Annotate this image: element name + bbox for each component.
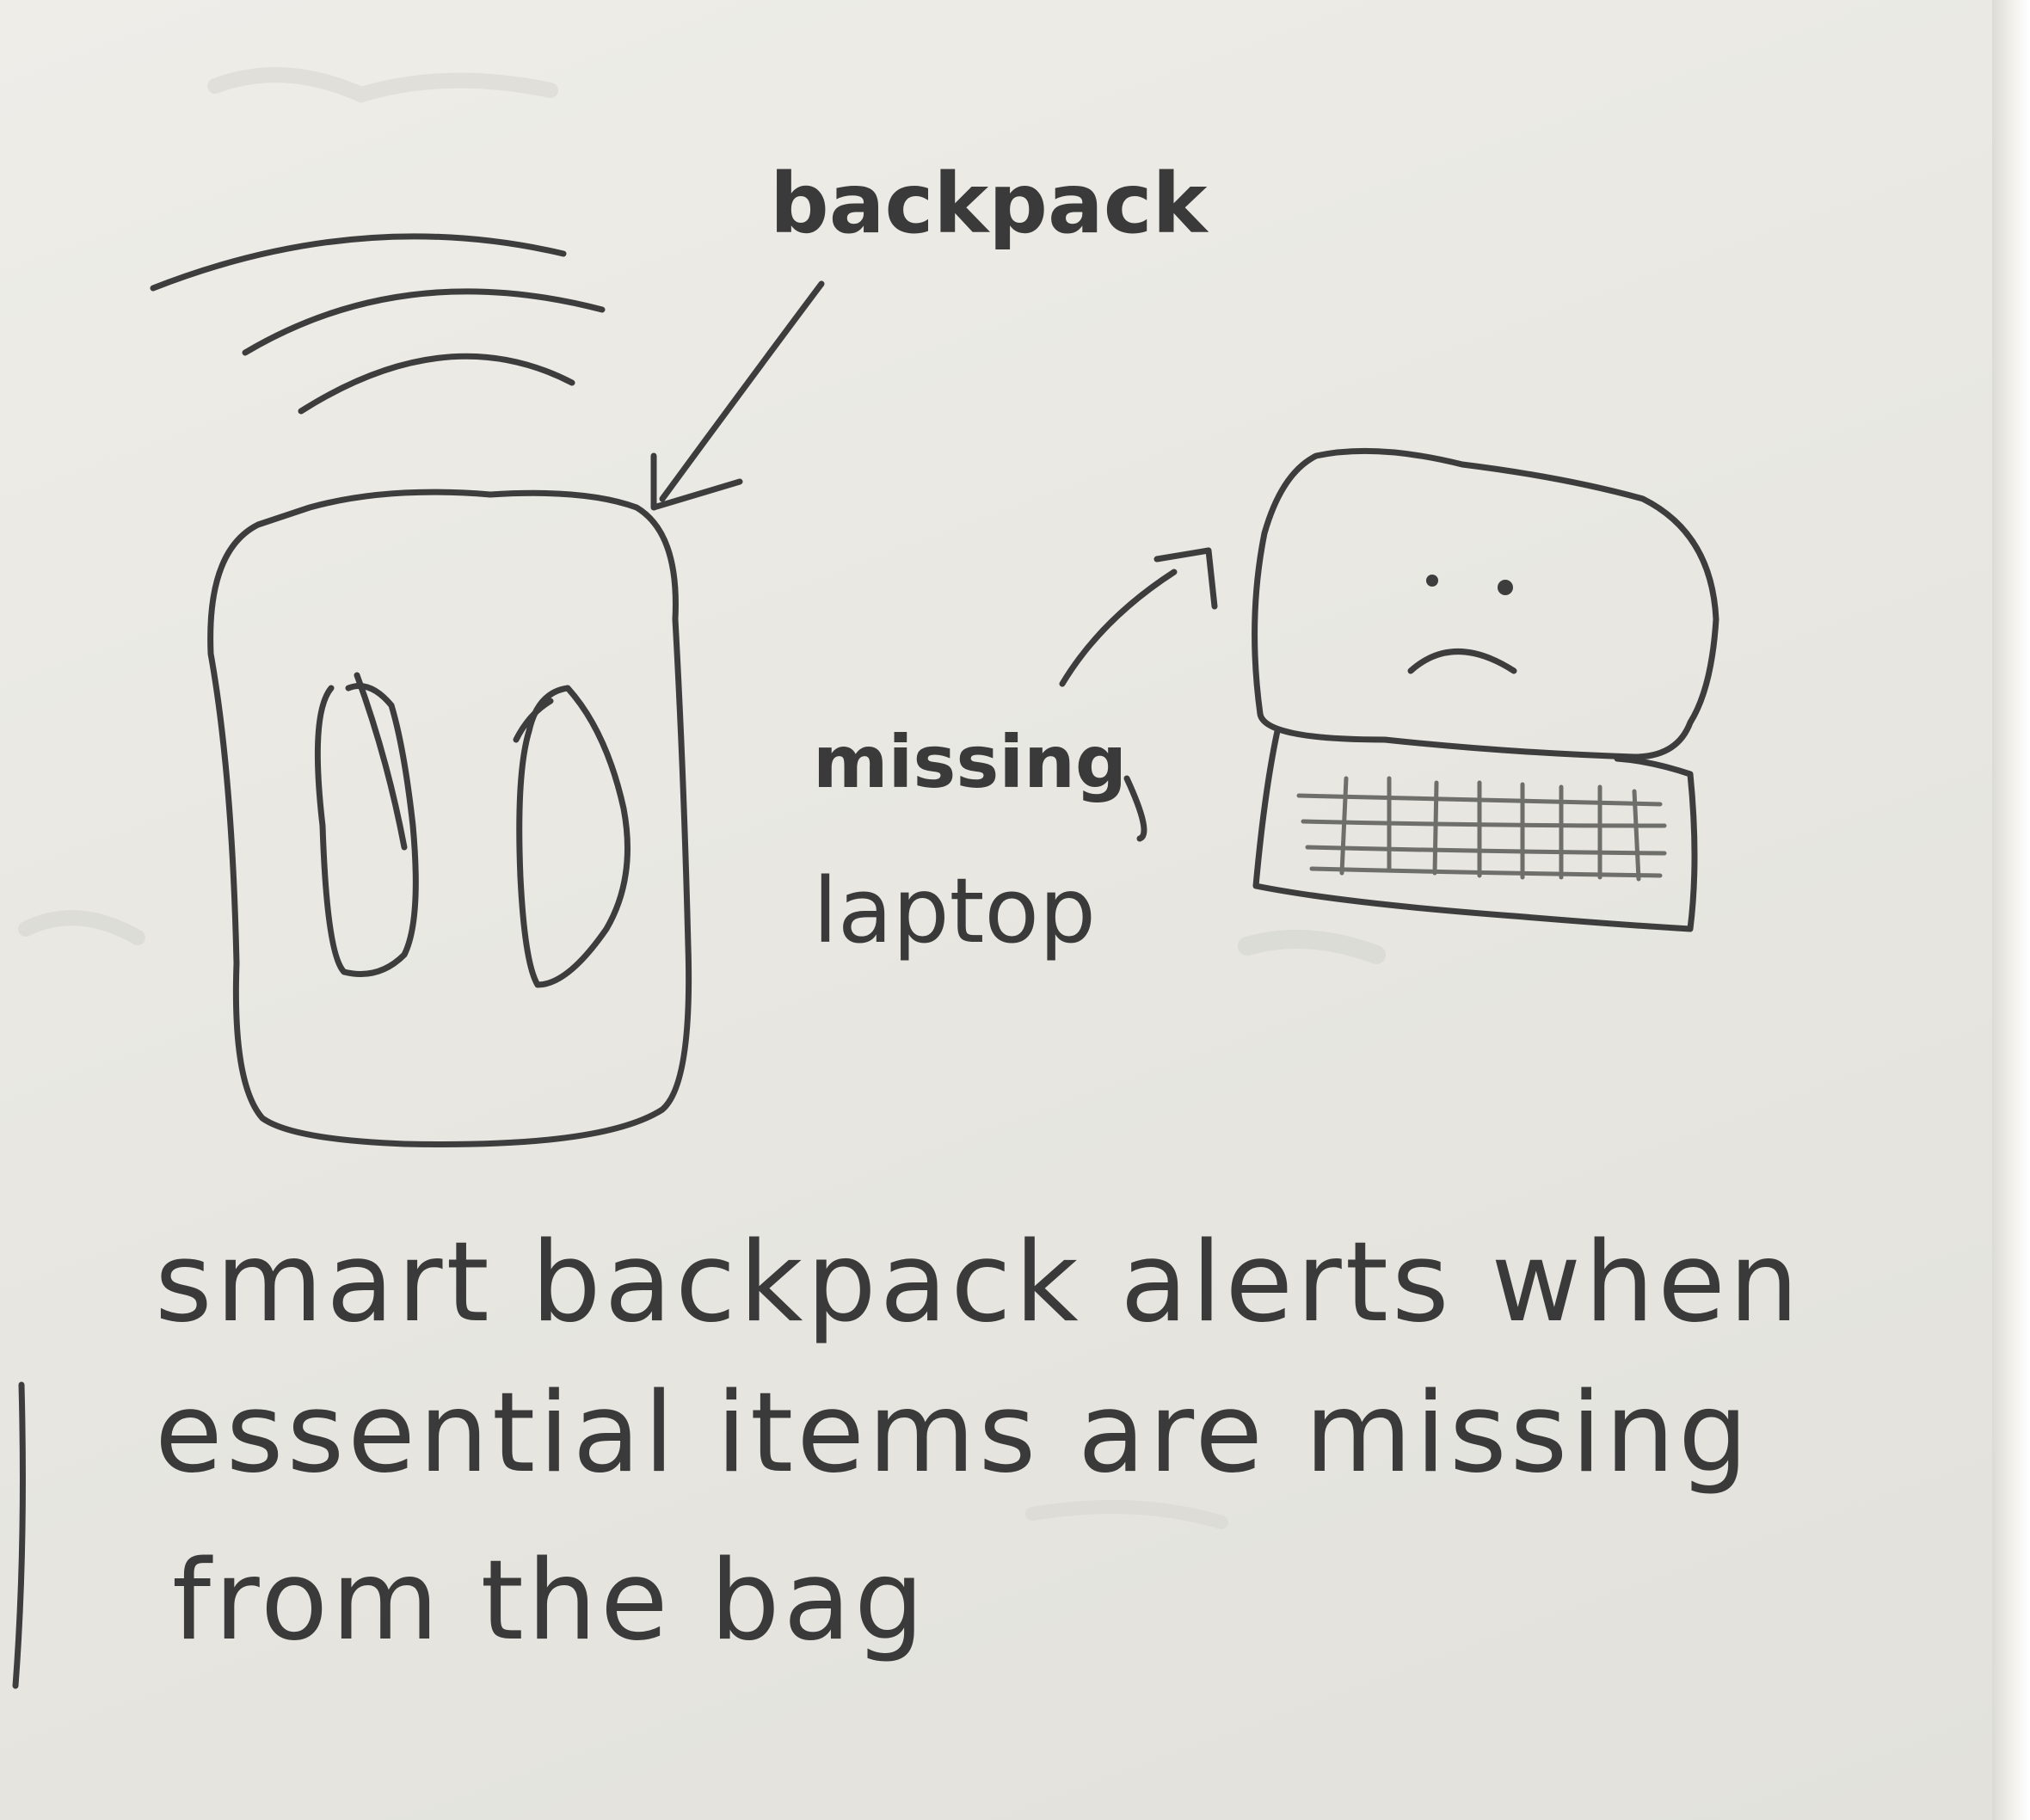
caption-line-1: smart backpack alerts when	[155, 1219, 1802, 1347]
face-eye-right	[1498, 580, 1513, 595]
missing-tail	[1123, 775, 1147, 842]
keyboard-grid	[1296, 776, 1667, 882]
backpack-drawing	[207, 489, 692, 1147]
face-eye-left	[1426, 575, 1438, 587]
caption-line-2: essential items are missing	[155, 1369, 1751, 1497]
backpack-label: backpack	[770, 156, 1209, 252]
backpack-arrow	[650, 280, 825, 511]
laptop-label: laptop	[813, 858, 1096, 963]
sketch-canvas: backpack missing laptop smart backpack a…	[12, 67, 1802, 1689]
signal-waves-icon	[150, 233, 606, 415]
caption-line-3: from the bag	[172, 1537, 927, 1665]
notebook-page: backpack missing laptop smart backpack a…	[0, 0, 2030, 1820]
missing-arrow	[1059, 547, 1218, 687]
missing-label: missing	[813, 720, 1127, 804]
laptop-drawing	[1252, 447, 1719, 932]
sad-mouth	[1407, 649, 1517, 674]
margin-stroke	[12, 1381, 26, 1689]
